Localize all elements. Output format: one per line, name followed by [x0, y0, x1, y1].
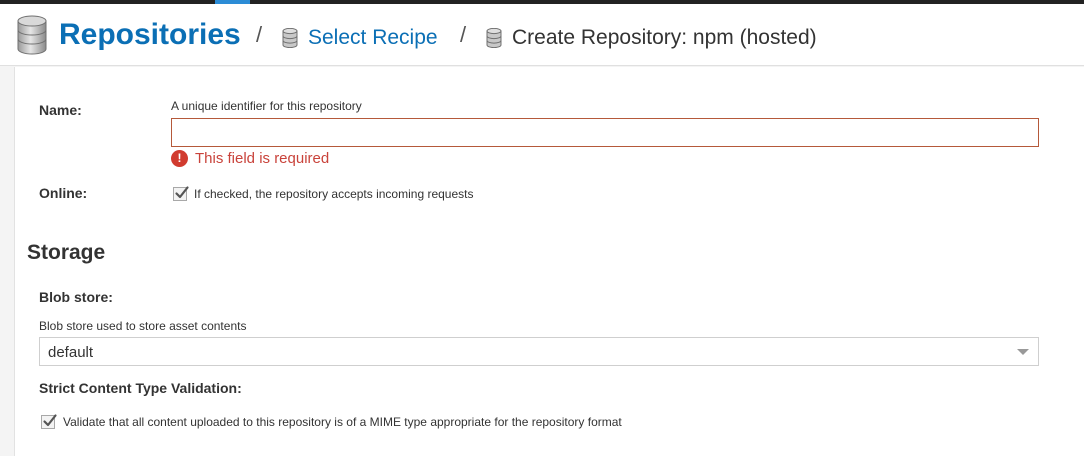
- online-checkbox[interactable]: [173, 186, 189, 201]
- strict-content-type-checkbox[interactable]: [41, 414, 57, 429]
- name-error-text: This field is required: [195, 150, 330, 167]
- online-label: Online:: [39, 185, 88, 201]
- strict-content-type-help-text: Validate that all content uploaded to th…: [63, 415, 622, 429]
- online-help-text: If checked, the repository accepts incom…: [194, 187, 474, 201]
- blob-store-select[interactable]: default: [39, 337, 1039, 366]
- database-icon: [282, 28, 298, 48]
- name-help-text: A unique identifier for this repository: [171, 99, 362, 113]
- blob-store-selected-value: default: [48, 344, 94, 361]
- database-icon: [17, 15, 47, 55]
- breadcrumb-current-page: Create Repository: npm (hosted): [512, 26, 817, 49]
- storage-section-title: Storage: [27, 241, 106, 264]
- name-label: Name:: [39, 102, 82, 118]
- exclamation-circle-icon: !: [171, 150, 188, 167]
- blob-store-help-text: Blob store used to store asset contents: [39, 319, 247, 333]
- breadcrumb: Repositories / Select Recipe / Create Re…: [0, 4, 1084, 66]
- breadcrumb-root-repositories[interactable]: Repositories: [59, 18, 241, 52]
- name-input[interactable]: [171, 118, 1039, 147]
- database-icon: [486, 28, 502, 48]
- checkmark-icon: [175, 186, 189, 199]
- strict-content-type-label: Strict Content Type Validation:: [39, 380, 242, 396]
- blob-store-label: Blob store:: [39, 289, 113, 305]
- checkmark-icon: [43, 414, 57, 427]
- caret-down-icon[interactable]: [1017, 349, 1029, 355]
- breadcrumb-separator: /: [460, 22, 467, 47]
- breadcrumb-link-select-recipe[interactable]: Select Recipe: [308, 26, 438, 50]
- breadcrumb-separator: /: [256, 22, 263, 47]
